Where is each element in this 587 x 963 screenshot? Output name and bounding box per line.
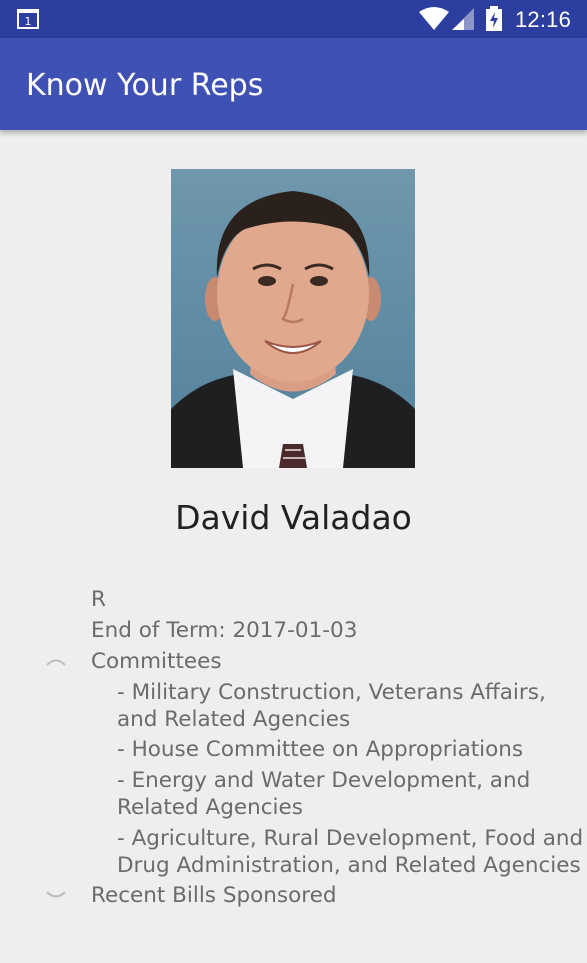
chevron-up-icon[interactable]	[45, 655, 67, 667]
chevron-down-icon[interactable]	[45, 890, 67, 902]
committee-item-line: - Military Construction, Veterans Affair…	[117, 680, 546, 705]
party-label: R	[91, 587, 106, 612]
committee-item-line: and Related Agencies	[117, 707, 351, 732]
recent-bills-header[interactable]: Recent Bills Sponsored	[91, 882, 337, 909]
representative-details: R End of Term: 2017-01-03 Committees - M…	[0, 0, 587, 963]
committee-item-line: - House Committee on Appropriations	[117, 737, 524, 762]
end-of-term-label: End of Term: 2017-01-03	[91, 618, 358, 643]
committee-item-line: Drug Administration, and Related Agencie…	[117, 853, 581, 878]
committees-header[interactable]: Committees	[91, 648, 222, 675]
committee-item-line: - Agriculture, Rural Development, Food a…	[117, 826, 584, 851]
committee-item-line: Related Agencies	[117, 795, 303, 820]
committee-item-line: - Energy and Water Development, and	[117, 768, 531, 793]
